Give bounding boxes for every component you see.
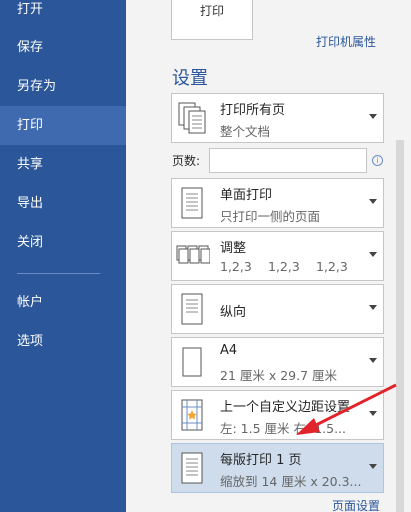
collate-dropdown[interactable]: 调整 1,2,3 1,2,3 1,2,3 [171, 231, 384, 281]
pages-per-sheet-sub: 缩放到 14 厘米 x 20.3... [220, 474, 362, 489]
pages-per-sheet-title: 每版打印 1 页 [220, 453, 302, 468]
margins-title: 上一个自定义边距设置 [220, 400, 351, 415]
portrait-page-icon [181, 293, 203, 325]
pages-input[interactable] [209, 148, 367, 173]
sides-dropdown[interactable]: 单面打印 只打印一侧的页面 [171, 178, 384, 228]
print-range-sub: 整个文档 [220, 124, 271, 139]
sides-title: 单面打印 [220, 188, 273, 203]
nav-divider [17, 273, 100, 274]
nav-open[interactable]: 打开 [0, 0, 126, 29]
chevron-down-icon [369, 411, 377, 416]
backstage-sidebar: 打开 保存 另存为 打印 共享 导出 关闭 帐户 选项 [0, 0, 126, 512]
print-button-label: 打印 [199, 4, 224, 18]
collate-sub-1: 1,2,3 [220, 259, 252, 274]
print-pane: 打印 打印机属性 设置 打印所有页 整个文档 页数: i 单面打印 只打印一侧的… [126, 0, 411, 512]
nav-share[interactable]: 共享 [0, 145, 126, 184]
collate-icon [176, 245, 210, 264]
paper-title: A4 [220, 343, 238, 358]
chevron-down-icon [369, 358, 377, 363]
nav-options[interactable]: 选项 [0, 322, 126, 361]
sides-sub: 只打印一侧的页面 [220, 209, 321, 224]
nav-close[interactable]: 关闭 [0, 223, 126, 262]
paper-icon [182, 347, 202, 377]
nav-account[interactable]: 帐户 [0, 283, 126, 322]
print-button[interactable]: 打印 [171, 0, 253, 40]
collate-sub-3: 1,2,3 [316, 259, 348, 274]
settings-title: 设置 [172, 68, 208, 89]
chevron-down-icon [369, 114, 377, 119]
chevron-down-icon [369, 464, 377, 469]
pages-label: 页数: [172, 154, 201, 168]
chevron-down-icon [369, 252, 377, 257]
print-range-dropdown[interactable]: 打印所有页 整个文档 [171, 93, 384, 143]
nav-export[interactable]: 导出 [0, 184, 126, 223]
orientation-title: 纵向 [220, 305, 247, 320]
one-page-per-sheet-icon [181, 452, 203, 484]
one-sided-page-icon [181, 187, 203, 219]
collate-title: 调整 [220, 241, 247, 256]
margins-dropdown[interactable]: 上一个自定义边距设置 左: 1.5 厘米 右: 1.5... [171, 390, 384, 440]
orientation-dropdown[interactable]: 纵向 [171, 284, 384, 334]
nav-save-as[interactable]: 另存为 [0, 67, 126, 106]
margins-icon [181, 399, 203, 431]
chevron-down-icon [369, 199, 377, 204]
paper-sub: 21 厘米 x 29.7 厘米 [220, 368, 338, 383]
paper-size-dropdown[interactable]: A4 21 厘米 x 29.7 厘米 [171, 337, 384, 387]
printer-properties-link[interactable]: 打印机属性 [316, 33, 376, 50]
pages-per-sheet-dropdown[interactable]: 每版打印 1 页 缩放到 14 厘米 x 20.3... [171, 443, 384, 493]
nav-save[interactable]: 保存 [0, 28, 126, 67]
pages-stack-icon [178, 102, 206, 134]
margins-sub: 左: 1.5 厘米 右: 1.5... [220, 421, 346, 436]
info-icon[interactable]: i [372, 155, 383, 166]
print-range-title: 打印所有页 [220, 103, 286, 118]
collate-sub-2: 1,2,3 [268, 259, 300, 274]
chevron-down-icon [369, 305, 377, 310]
nav-print[interactable]: 打印 [0, 106, 126, 145]
scrollbar-track[interactable] [396, 140, 404, 512]
page-setup-link[interactable]: 页面设置 [332, 497, 380, 512]
